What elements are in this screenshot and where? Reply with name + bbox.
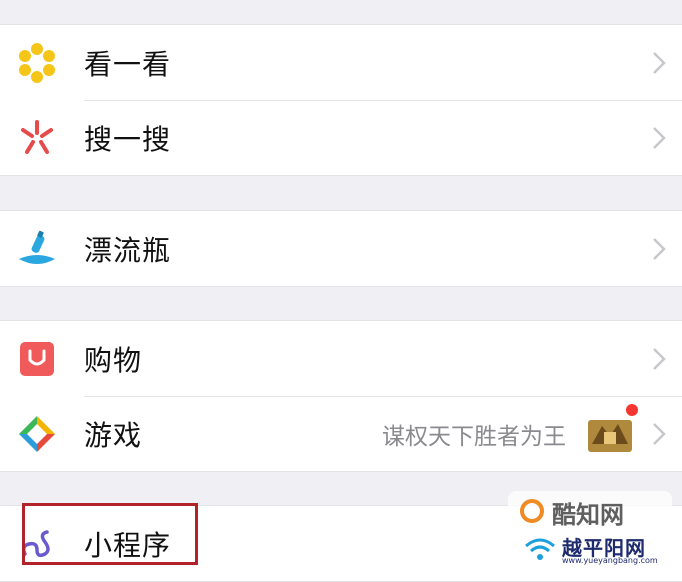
game-thumbnail-icon <box>588 419 632 452</box>
chevron-right-icon <box>653 51 666 74</box>
notification-badge <box>626 404 638 416</box>
discover-group-1: 看一看 搜一搜 <box>0 24 682 176</box>
menu-item-label: 购物 <box>84 343 143 377</box>
menu-item-label: 游戏 <box>84 418 143 452</box>
bottle-icon <box>19 230 55 264</box>
menu-item-label: 看一看 <box>84 47 172 81</box>
sparkle-icon <box>19 42 55 83</box>
chevron-right-icon <box>653 126 666 149</box>
discover-group-2: 漂流瓶 <box>0 210 682 287</box>
menu-item-games[interactable]: 游戏 谋权天下胜者为王 <box>0 396 682 471</box>
menu-item-label: 漂流瓶 <box>84 233 172 267</box>
watermark-logo-2: 越平阳网 www.yueyangbang.com <box>516 530 676 568</box>
menu-item-search[interactable]: 搜一搜 <box>0 100 682 175</box>
menu-item-label: 搜一搜 <box>84 122 172 156</box>
game-icon <box>19 415 55 452</box>
shopping-bag-icon <box>20 341 54 376</box>
chevron-right-icon <box>653 347 666 370</box>
chevron-right-icon <box>653 422 666 445</box>
menu-item-drift-bottle[interactable]: 漂流瓶 <box>0 211 682 286</box>
menu-item-look[interactable]: 看一看 <box>0 25 682 100</box>
menu-item-shopping[interactable]: 购物 <box>0 321 682 396</box>
watermark-text: 酷知网 <box>552 501 624 529</box>
discover-group-3: 购物 游戏 谋权天下胜者为王 <box>0 320 682 472</box>
search-star-icon <box>21 119 53 154</box>
game-promo-text: 谋权天下胜者为王 <box>382 423 566 450</box>
logo-icon <box>520 499 544 523</box>
watermark-url: www.yueyangbang.com <box>562 556 658 565</box>
watermark-logo: 酷知网 <box>508 491 672 531</box>
chevron-right-icon <box>653 237 666 260</box>
highlight-box <box>22 503 198 565</box>
wifi-icon <box>525 538 555 560</box>
